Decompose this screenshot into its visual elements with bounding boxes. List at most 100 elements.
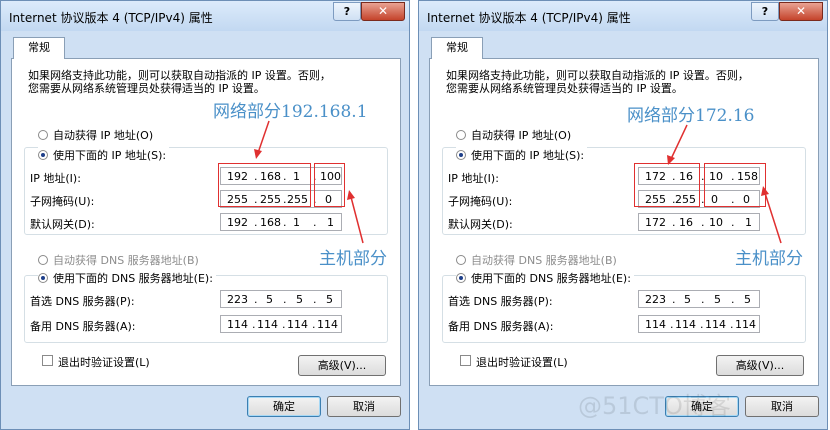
preferred-dns-label: 首选 DNS 服务器(P): — [30, 295, 135, 308]
default-gateway-field[interactable]: 192 . 168 . 1 . 1 — [220, 213, 342, 231]
octet-4: 114 — [735, 318, 756, 331]
validate-label: 退出时验证设置(L) — [476, 356, 568, 369]
use-ip-radio[interactable] — [38, 150, 48, 160]
ip-address-label: IP 地址(I): — [448, 172, 499, 185]
auto-dns-label: 自动获得 DNS 服务器地址(B) — [53, 254, 199, 267]
auto-ip-radio[interactable] — [38, 130, 48, 140]
title-bar: Internet 协议版本 4 (TCP/IPv4) 属性 ? ✕ — [1, 1, 409, 31]
auto-dns-option[interactable]: 自动获得 DNS 服务器地址(B) — [38, 252, 202, 268]
use-ip-label: 使用下面的 IP 地址(S): — [471, 149, 585, 162]
octet-2: 5 — [684, 293, 691, 306]
cancel-button[interactable]: 取消 — [327, 396, 401, 417]
tcpipv4-dialog-right: Internet 协议版本 4 (TCP/IPv4) 属性 ? ✕ 常规 如果网… — [418, 0, 828, 430]
octet-3: 5 — [714, 293, 721, 306]
auto-dns-radio[interactable] — [38, 255, 48, 265]
auto-ip-radio[interactable] — [456, 130, 466, 140]
intro-text: 如果网络支持此功能，则可以获取自动指派的 IP 设置。否则， 您需要从网络系统管… — [446, 69, 806, 95]
default-gateway-field[interactable]: 172 . 16 . 10 . 1 — [638, 213, 760, 231]
octet-1: 223 — [645, 293, 666, 306]
subnet-mask-label: 子网掩码(U): — [448, 195, 513, 208]
preferred-dns-field[interactable]: 223 . 5 . 5 . 5 — [638, 290, 760, 308]
use-dns-radio[interactable] — [456, 273, 466, 283]
use-ip-option[interactable]: 使用下面的 IP 地址(S): — [456, 147, 588, 163]
octet-2: 168 — [260, 216, 281, 229]
title-bar: Internet 协议版本 4 (TCP/IPv4) 属性 ? ✕ — [419, 1, 827, 31]
intro-line-2: 您需要从网络系统管理员处获得适当的 IP 设置。 — [446, 82, 683, 95]
window-title: Internet 协议版本 4 (TCP/IPv4) 属性 — [427, 11, 631, 25]
octet-3: 5 — [296, 293, 303, 306]
host-part-annotation: 主机部分 — [319, 249, 387, 269]
network-part-annotation: 网络部分192.168.1 — [213, 102, 368, 122]
octet-1: 114 — [645, 318, 666, 331]
subnet-mask-label: 子网掩码(U): — [30, 195, 95, 208]
network-part-highlight — [634, 163, 700, 207]
validate-label: 退出时验证设置(L) — [58, 356, 150, 369]
network-part-annotation: 网络部分172.16 — [627, 106, 755, 126]
network-part-highlight — [218, 163, 311, 207]
alternate-dns-label: 备用 DNS 服务器(A): — [448, 320, 554, 333]
alternate-dns-field[interactable]: 114 . 114 . 114 . 114 — [638, 315, 760, 333]
octet-2: 16 — [679, 216, 693, 229]
advanced-button[interactable]: 高级(V)... — [716, 355, 804, 376]
auto-ip-option[interactable]: 自动获得 IP 地址(O) — [456, 127, 575, 143]
auto-dns-radio[interactable] — [456, 255, 466, 265]
octet-4: 114 — [317, 318, 338, 331]
default-gateway-label: 默认网关(D): — [448, 218, 513, 231]
close-button[interactable]: ✕ — [779, 2, 823, 21]
octet-1: 114 — [227, 318, 248, 331]
general-panel: 如果网络支持此功能，则可以获取自动指派的 IP 设置。否则， 您需要从网络系统管… — [429, 58, 819, 386]
help-button[interactable]: ? — [333, 2, 361, 21]
preferred-dns-field[interactable]: 223 . 5 . 5 . 5 — [220, 290, 342, 308]
host-part-annotation: 主机部分 — [735, 249, 803, 269]
use-dns-radio[interactable] — [38, 273, 48, 283]
validate-checkbox[interactable] — [460, 355, 471, 366]
use-ip-option[interactable]: 使用下面的 IP 地址(S): — [38, 147, 170, 163]
auto-dns-option[interactable]: 自动获得 DNS 服务器地址(B) — [456, 252, 620, 268]
intro-text: 如果网络支持此功能，则可以获取自动指派的 IP 设置。否则， 您需要从网络系统管… — [28, 69, 388, 95]
octet-4: 1 — [327, 216, 334, 229]
preferred-dns-label: 首选 DNS 服务器(P): — [448, 295, 553, 308]
tab-general[interactable]: 常规 — [13, 37, 65, 59]
use-dns-option[interactable]: 使用下面的 DNS 服务器地址(E): — [456, 270, 634, 286]
cancel-button[interactable]: 取消 — [745, 396, 819, 417]
tcpipv4-dialog-left: Internet 协议版本 4 (TCP/IPv4) 属性 ? ✕ 常规 如果网… — [0, 0, 410, 430]
ip-address-label: IP 地址(I): — [30, 172, 81, 185]
intro-line-1: 如果网络支持此功能，则可以获取自动指派的 IP 设置。否则， — [28, 69, 331, 82]
use-dns-option[interactable]: 使用下面的 DNS 服务器地址(E): — [38, 270, 216, 286]
octet-1: 223 — [227, 293, 248, 306]
octet-1: 192 — [227, 216, 248, 229]
octet-2: 114 — [675, 318, 696, 331]
advanced-button[interactable]: 高级(V)... — [298, 355, 386, 376]
window-title: Internet 协议版本 4 (TCP/IPv4) 属性 — [9, 11, 213, 25]
octet-3: 10 — [709, 216, 723, 229]
octet-2: 114 — [257, 318, 278, 331]
octet-3: 1 — [293, 216, 300, 229]
tab-general[interactable]: 常规 — [431, 37, 483, 59]
help-button[interactable]: ? — [751, 2, 779, 21]
intro-line-1: 如果网络支持此功能，则可以获取自动指派的 IP 设置。否则， — [446, 69, 749, 82]
watermark: @51CTO博客 — [578, 392, 731, 420]
auto-ip-label: 自动获得 IP 地址(O) — [471, 129, 572, 142]
auto-ip-label: 自动获得 IP 地址(O) — [53, 129, 154, 142]
close-button[interactable]: ✕ — [361, 2, 405, 21]
host-part-highlight — [704, 163, 766, 207]
alternate-dns-field[interactable]: 114 . 114 . 114 . 114 — [220, 315, 342, 333]
octet-4: 1 — [745, 216, 752, 229]
default-gateway-label: 默认网关(D): — [30, 218, 95, 231]
alternate-dns-label: 备用 DNS 服务器(A): — [30, 320, 136, 333]
use-ip-radio[interactable] — [456, 150, 466, 160]
use-dns-label: 使用下面的 DNS 服务器地址(E): — [53, 272, 213, 285]
host-part-highlight — [314, 163, 345, 207]
validate-checkbox[interactable] — [42, 355, 53, 366]
octet-4: 5 — [744, 293, 751, 306]
auto-dns-label: 自动获得 DNS 服务器地址(B) — [471, 254, 617, 267]
octet-3: 114 — [287, 318, 308, 331]
octet-2: 5 — [266, 293, 273, 306]
use-ip-label: 使用下面的 IP 地址(S): — [53, 149, 167, 162]
octet-1: 172 — [645, 216, 666, 229]
use-dns-label: 使用下面的 DNS 服务器地址(E): — [471, 272, 631, 285]
octet-3: 114 — [705, 318, 726, 331]
ok-button[interactable]: 确定 — [247, 396, 321, 417]
auto-ip-option[interactable]: 自动获得 IP 地址(O) — [38, 127, 157, 143]
octet-4: 5 — [326, 293, 333, 306]
